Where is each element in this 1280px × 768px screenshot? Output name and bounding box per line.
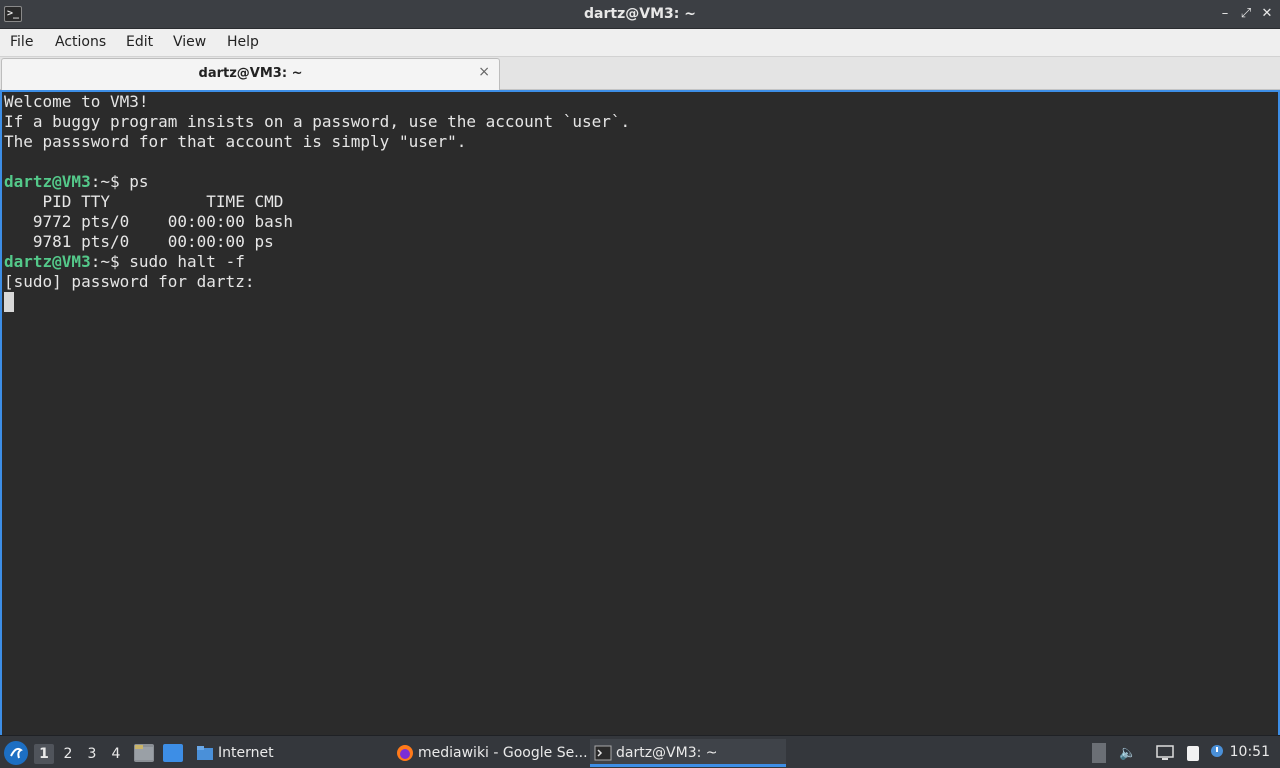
workspace-2[interactable]: 2 (58, 744, 78, 764)
task-label: Internet (218, 745, 274, 761)
terminal-line: 9781 pts/0 00:00:00 ps (4, 232, 274, 251)
taskbar: 1 2 3 4 Internet mediawiki - Google Se..… (0, 735, 1280, 768)
menu-help[interactable]: Help (227, 34, 259, 50)
task-label: dartz@VM3: ~ (616, 745, 718, 761)
prompt: dartz@VM3 (4, 172, 91, 191)
tab-terminal[interactable]: dartz@VM3: ~ × (1, 58, 500, 90)
network-icon[interactable] (1156, 744, 1174, 762)
volume-icon[interactable]: 🔈 (1119, 744, 1137, 762)
clipboard-icon[interactable] (1184, 744, 1202, 762)
notification-icon[interactable] (1208, 744, 1226, 762)
clock[interactable]: 10:51 (1230, 744, 1270, 760)
tab-bar: dartz@VM3: ~ × (0, 57, 1280, 90)
menu-file[interactable]: File (10, 34, 33, 50)
workspace-1[interactable]: 1 (34, 744, 54, 764)
terminal-icon (594, 745, 612, 761)
file-manager-icon[interactable] (134, 744, 154, 762)
task-label: mediawiki - Google Se... (418, 745, 588, 761)
workspace-4[interactable]: 4 (106, 744, 126, 764)
menu-view[interactable]: View (173, 34, 206, 50)
close-button[interactable]: ✕ (1258, 5, 1276, 23)
terminal-prompt-line: dartz@VM3:~$ sudo halt -f (4, 252, 245, 271)
terminal-line: PID TTY TIME CMD (4, 192, 284, 211)
window-title: dartz@VM3: ~ (584, 6, 696, 22)
menu-actions[interactable]: Actions (55, 34, 106, 50)
terminal-line: 9772 pts/0 00:00:00 bash (4, 212, 293, 231)
terminal-line: Welcome to VM3! (4, 92, 149, 111)
tab-label: dartz@VM3: ~ (198, 66, 303, 81)
window-titlebar: >_ dartz@VM3: ~ – ⤢ ✕ (0, 0, 1280, 29)
maximize-button[interactable]: ⤢ (1237, 5, 1255, 23)
start-menu-icon[interactable] (4, 741, 28, 765)
folder-icon (197, 746, 213, 760)
firefox-icon (397, 745, 413, 761)
terminal-line: If a buggy program insists on a password… (4, 112, 631, 131)
task-terminal[interactable]: dartz@VM3: ~ (590, 739, 786, 767)
tab-close-icon[interactable]: × (478, 64, 490, 80)
text-cursor (4, 292, 14, 312)
workspace-3[interactable]: 3 (82, 744, 102, 764)
terminal-line: The passsword for that account is simply… (4, 132, 467, 151)
terminal-view[interactable]: Welcome to VM3! If a buggy program insis… (0, 90, 1280, 735)
task-firefox[interactable]: mediawiki - Google Se... (392, 739, 588, 767)
tray-scroll-icon[interactable] (1092, 743, 1106, 763)
terminal-line: [sudo] password for dartz: (4, 272, 255, 291)
terminal-prompt-line: dartz@VM3:~$ ps (4, 172, 149, 191)
minimize-button[interactable]: – (1216, 5, 1234, 23)
show-desktop-icon[interactable] (163, 744, 183, 762)
menu-bar: File Actions Edit View Help (0, 29, 1280, 57)
prompt: dartz@VM3 (4, 252, 91, 271)
task-internet[interactable]: Internet (192, 739, 378, 767)
menu-edit[interactable]: Edit (126, 34, 153, 50)
